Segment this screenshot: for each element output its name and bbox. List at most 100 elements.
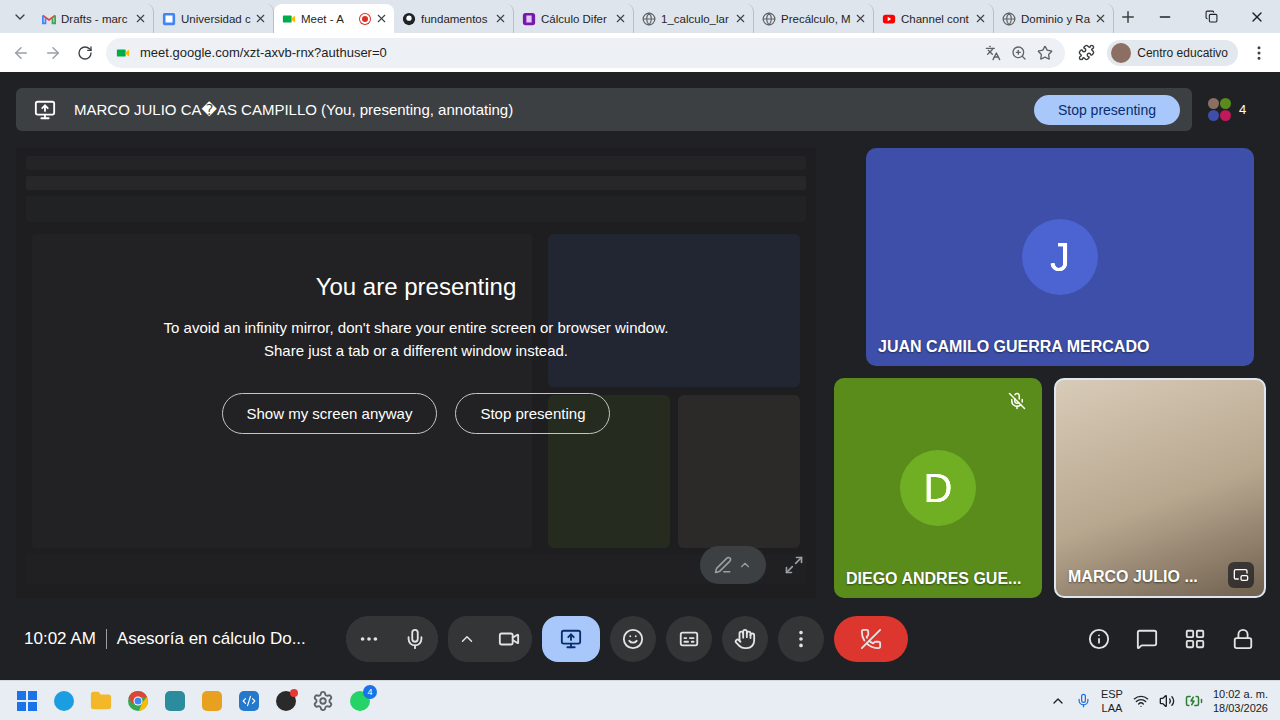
tab-label: Cálculo Difer: [541, 13, 609, 25]
browser-tab[interactable]: Universidad c: [154, 4, 274, 33]
bookmark-star-icon[interactable]: [1037, 45, 1053, 61]
hand-button[interactable]: [722, 616, 768, 662]
restore-button[interactable]: [1188, 0, 1234, 33]
tab-search-button[interactable]: [6, 3, 34, 31]
more-button[interactable]: [346, 616, 392, 662]
annotation-controls: [700, 546, 804, 584]
close-tab-icon[interactable]: [734, 12, 747, 25]
participants-chip[interactable]: 4: [1208, 92, 1266, 128]
new-tab-button[interactable]: [1114, 3, 1142, 31]
browser-tab[interactable]: 1_calculo_lar: [634, 4, 754, 33]
expand-icon[interactable]: [784, 555, 804, 575]
close-tab-icon[interactable]: [375, 12, 388, 25]
taskbar-app[interactable]: [88, 688, 114, 714]
show-hidden-icons-icon[interactable]: [1050, 693, 1066, 709]
participant-tiles: JJUAN CAMILO GUERRA MERCADODDIEGO ANDRES…: [834, 148, 1266, 598]
recording-dot: [360, 14, 370, 24]
mic-button[interactable]: [392, 616, 438, 662]
more-vertical-icon: [790, 628, 812, 650]
taskbar-app[interactable]: [273, 688, 299, 714]
minimize-button[interactable]: [1142, 0, 1188, 33]
present-button[interactable]: [542, 616, 600, 662]
captions-button[interactable]: [666, 616, 712, 662]
taskbar-app[interactable]: 4: [347, 688, 373, 714]
participant-tile[interactable]: JJUAN CAMILO GUERRA MERCADO: [866, 148, 1254, 366]
camera-button[interactable]: [486, 616, 532, 662]
pip-button[interactable]: [1228, 562, 1254, 588]
chevron-up-icon: [738, 558, 752, 572]
stop-presenting-button[interactable]: Stop presenting: [1034, 95, 1180, 125]
chrome-icon: [127, 690, 149, 712]
taskbar: 4 ESPLAA 10:02 a. m.18/03/2026: [0, 680, 1280, 720]
battery-icon[interactable]: [1185, 692, 1203, 710]
tab-label: 1_calculo_lar: [661, 13, 729, 25]
participant-tile[interactable]: MARCO JULIO ...: [1054, 378, 1266, 598]
tab-label: fundamentos: [421, 13, 489, 25]
close-tab-icon[interactable]: [614, 12, 627, 25]
translate-icon[interactable]: [985, 45, 1001, 61]
meeting-content: You are presentingTo avoid an infinity m…: [16, 148, 1266, 598]
extensions-button[interactable]: [1075, 42, 1097, 64]
taskbar-app[interactable]: [125, 688, 151, 714]
taskbar-app[interactable]: [162, 688, 188, 714]
reload-button[interactable]: [74, 42, 96, 64]
browser-tab[interactable]: fundamentos: [394, 4, 514, 33]
annotate-button[interactable]: [700, 546, 766, 584]
volume-icon[interactable]: [1159, 693, 1175, 709]
browser-tab[interactable]: Drafts - marc: [34, 4, 154, 33]
system-tray: ESPLAA 10:02 a. m.18/03/2026: [1050, 687, 1268, 715]
options-button[interactable]: [448, 616, 486, 662]
notice-button[interactable]: Stop presenting: [455, 393, 610, 434]
browser-tab[interactable]: Precálculo, M: [754, 4, 874, 33]
taskbar-app[interactable]: [236, 688, 262, 714]
address-bar[interactable]: meet.google.com/xzt-axvb-rnx?authuser=0: [106, 38, 1065, 68]
chat-icon[interactable]: [1136, 628, 1158, 650]
keyboard-language[interactable]: ESPLAA: [1101, 687, 1123, 715]
participants-count: 4: [1239, 102, 1246, 117]
participant-name: JUAN CAMILO GUERRA MERCADO: [878, 338, 1149, 356]
close-tab-icon[interactable]: [854, 12, 867, 25]
browser-tab[interactable]: Dominio y Ra: [994, 4, 1114, 33]
taskbar-app[interactable]: [14, 688, 40, 714]
close-tab-icon[interactable]: [1094, 12, 1107, 25]
participant-tile[interactable]: DDIEGO ANDRES GUE...: [834, 378, 1042, 598]
clock[interactable]: 10:02 a. m.18/03/2026: [1213, 687, 1268, 715]
present-screen-icon: [560, 628, 582, 650]
calendar-favicon-icon: [162, 12, 176, 26]
close-tab-icon[interactable]: [254, 12, 267, 25]
info-icon[interactable]: [1088, 628, 1110, 650]
mic-in-use-icon[interactable]: [1076, 693, 1091, 708]
zoom-icon[interactable]: [1011, 45, 1027, 61]
browser-tab[interactable]: Meet - A: [274, 4, 394, 33]
tile-row: DDIEGO ANDRES GUE... MARCO JULIO ...: [834, 378, 1266, 598]
browser-tab[interactable]: Channel cont: [874, 4, 994, 33]
back-button[interactable]: [10, 42, 32, 64]
participant-name: MARCO JULIO ...: [1068, 568, 1198, 586]
taskbar-app[interactable]: [51, 688, 77, 714]
close-tab-icon[interactable]: [974, 12, 987, 25]
chevron-down-icon: [12, 9, 28, 25]
banner-title: MARCO JULIO CA�AS CAMPILLO (You, present…: [74, 101, 1016, 119]
wifi-icon[interactable]: [1133, 693, 1149, 709]
close-tab-icon[interactable]: [134, 12, 147, 25]
forward-button[interactable]: [42, 42, 64, 64]
app-icon: [202, 691, 222, 711]
emoji-button[interactable]: [610, 616, 656, 662]
taskbar-app[interactable]: [199, 688, 225, 714]
close-window-button[interactable]: [1234, 0, 1280, 33]
browser-menu-button[interactable]: [1248, 42, 1270, 64]
globe-icon: [642, 12, 656, 26]
profile-chip[interactable]: Centro educativo: [1107, 40, 1238, 66]
camera-icon: [498, 628, 520, 650]
overflow-button[interactable]: [778, 616, 824, 662]
taskbar-app[interactable]: [310, 688, 336, 714]
vscode-icon: [239, 691, 259, 711]
host-controls-icon[interactable]: [1232, 628, 1254, 650]
close-tab-icon[interactable]: [494, 12, 507, 25]
notice-button[interactable]: Show my screen anyway: [222, 393, 438, 434]
activities-icon[interactable]: [1184, 628, 1206, 650]
end-button[interactable]: [834, 616, 908, 662]
profile-avatar: [1111, 43, 1131, 63]
tab-label: Precálculo, M: [781, 13, 849, 25]
browser-tab[interactable]: Cálculo Difer: [514, 4, 634, 33]
